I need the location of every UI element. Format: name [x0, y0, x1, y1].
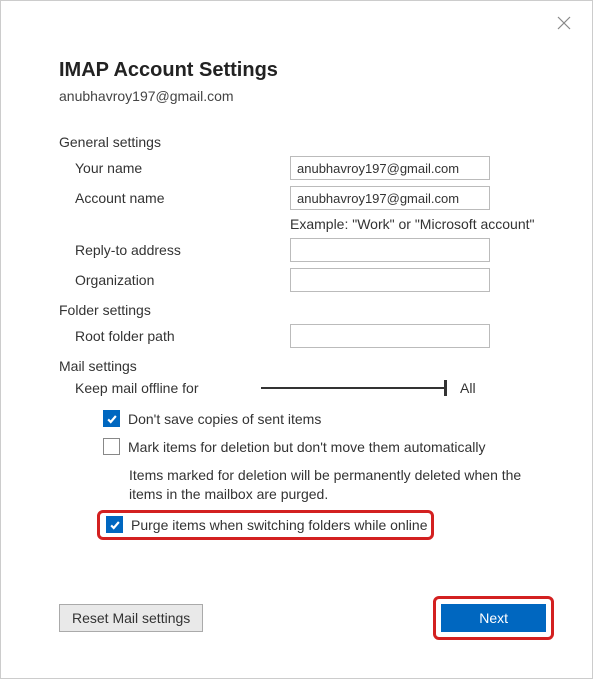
checkbox-dont-save[interactable] [103, 410, 120, 427]
dialog-title: IMAP Account Settings [59, 59, 554, 82]
row-your-name: Your name [75, 156, 554, 180]
checkbox-purge[interactable] [106, 516, 123, 533]
label-your-name: Your name [75, 160, 290, 176]
label-purge: Purge items when switching folders while… [131, 516, 427, 534]
label-reply-to: Reply-to address [75, 242, 290, 258]
example-text: Example: "Work" or "Microsoft account" [290, 216, 554, 232]
deletion-info: Items marked for deletion will be perman… [129, 466, 549, 504]
slider-thumb[interactable] [444, 380, 447, 396]
row-reply-to: Reply-to address [75, 238, 554, 262]
row-dont-save: Don't save copies of sent items [103, 410, 554, 428]
highlight-purge: Purge items when switching folders while… [97, 510, 434, 540]
input-account-name[interactable] [290, 186, 490, 210]
label-mark-deletion: Mark items for deletion but don't move t… [128, 438, 486, 456]
label-dont-save: Don't save copies of sent items [128, 410, 321, 428]
input-organization[interactable] [290, 268, 490, 292]
row-mark-deletion: Mark items for deletion but don't move t… [103, 438, 554, 456]
label-root-folder: Root folder path [75, 328, 290, 344]
account-email: anubhavroy197@gmail.com [59, 88, 554, 104]
input-your-name[interactable] [290, 156, 490, 180]
slider-keep-offline[interactable] [261, 387, 446, 389]
slider-value: All [460, 380, 476, 396]
row-purge: Purge items when switching folders while… [106, 516, 427, 534]
highlight-next: Next [433, 596, 554, 640]
label-organization: Organization [75, 272, 290, 288]
close-button[interactable] [556, 15, 574, 33]
reset-button[interactable]: Reset Mail settings [59, 604, 203, 632]
section-mail: Mail settings [59, 358, 554, 374]
input-reply-to[interactable] [290, 238, 490, 262]
label-account-name: Account name [75, 190, 290, 206]
button-row: Reset Mail settings Next [59, 596, 554, 640]
checkbox-mark-deletion[interactable] [103, 438, 120, 455]
row-account-name: Account name [75, 186, 554, 210]
row-keep-offline: Keep mail offline for All [75, 380, 554, 396]
row-root-folder: Root folder path [75, 324, 554, 348]
next-button[interactable]: Next [441, 604, 546, 632]
row-organization: Organization [75, 268, 554, 292]
section-folder: Folder settings [59, 302, 554, 318]
section-general: General settings [59, 134, 554, 150]
label-keep-offline: Keep mail offline for [75, 380, 261, 396]
imap-settings-dialog: IMAP Account Settings anubhavroy197@gmai… [0, 0, 593, 679]
input-root-folder[interactable] [290, 324, 490, 348]
